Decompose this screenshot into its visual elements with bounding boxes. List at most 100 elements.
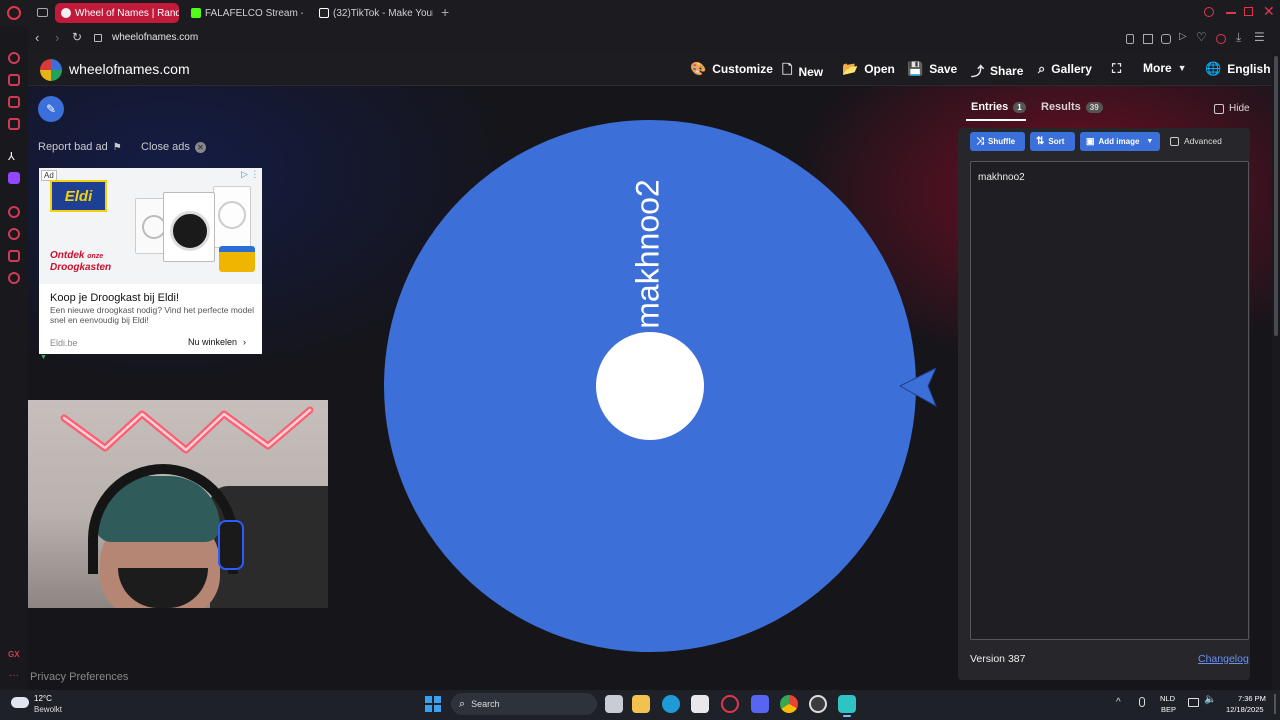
sort-button[interactable]: ⇅ Sort (1030, 132, 1075, 151)
privacy-preferences-link[interactable]: Privacy Preferences (30, 671, 128, 683)
ad-headline[interactable]: Koop je Droogkast bij Eldi! (50, 292, 179, 304)
gallery-button[interactable]: ⌕ Gallery (1038, 61, 1092, 77)
clock-time[interactable]: 7:36 PM (1238, 694, 1266, 703)
store-icon[interactable] (691, 695, 709, 713)
opera-gx-taskbar-icon[interactable] (721, 695, 739, 713)
aria-icon[interactable] (8, 52, 20, 64)
tab-tiktok[interactable]: (32)TikTok - Make Your D (313, 3, 433, 23)
tab-wheel-of-names[interactable]: Wheel of Names | Rando (55, 3, 179, 23)
active-app-indicator (843, 715, 851, 717)
wheel-pointer-icon (898, 368, 937, 408)
settings-icon[interactable] (8, 272, 20, 284)
panel-body: ⤨ Shuffle ⇅ Sort ▣ Add image ▼ Advanced makh… (958, 128, 1250, 680)
taskbar-search[interactable]: ⌕ Search (451, 693, 597, 715)
weather-temp[interactable]: 12°C (34, 694, 52, 703)
lang-top[interactable]: NLD (1160, 694, 1175, 703)
chrome-icon[interactable] (780, 695, 798, 713)
minimize-icon[interactable] (1226, 12, 1236, 14)
share-button[interactable]: ⤴ Share (971, 61, 1023, 80)
file-explorer-icon[interactable] (632, 695, 650, 713)
download-icon[interactable]: ⤓ (1236, 30, 1241, 45)
ad-card[interactable]: Ad ▷ ⋮ Eldi Ontdek onze Droogkasten Koop… (39, 168, 262, 354)
open-button[interactable]: 📂 Open (842, 61, 895, 77)
shuffle-button[interactable]: ⤨ Shuffle (970, 132, 1025, 151)
task-view-icon[interactable] (605, 695, 623, 713)
mail-icon[interactable] (8, 118, 20, 130)
site-logo-text[interactable]: wheelofnames.com (69, 61, 190, 77)
search-tabs-icon[interactable] (1204, 7, 1214, 17)
language-button[interactable]: 🌐 English (1205, 61, 1271, 77)
obs-icon[interactable] (809, 695, 827, 713)
changelog-link[interactable]: Changelog (1198, 653, 1249, 665)
ad-image[interactable]: Ad ▷ ⋮ Eldi Ontdek onze Droogkasten (39, 168, 262, 284)
palette-icon: 🎨 (690, 61, 707, 76)
weather-desc[interactable]: Bewolkt (34, 705, 62, 714)
clock-date[interactable]: 12/18/2025 (1226, 705, 1264, 714)
scrollbar-thumb[interactable] (1274, 56, 1278, 336)
ad-cta-button[interactable]: Nu winkelen › (188, 337, 246, 347)
wheel[interactable]: makhnoo2 (370, 114, 930, 674)
shield-icon[interactable] (1161, 34, 1171, 44)
hide-checkbox[interactable]: Hide (1214, 103, 1250, 114)
tiktok-favicon-icon (319, 8, 329, 18)
tab-overview-icon[interactable] (37, 8, 48, 17)
volume-icon[interactable]: 🔈 (1204, 694, 1216, 705)
discord-icon[interactable] (751, 695, 769, 713)
active-app-icon[interactable] (838, 695, 856, 713)
wheel-center-hub[interactable] (596, 332, 704, 440)
maximize-icon[interactable] (1244, 7, 1253, 16)
history-icon[interactable] (8, 228, 20, 240)
page-scrollbar[interactable] (1272, 52, 1280, 690)
site-logo-icon[interactable] (40, 59, 62, 81)
save-button[interactable]: 💾 Save (907, 61, 957, 77)
lang-bottom[interactable]: BEP (1161, 705, 1176, 714)
profile-icon[interactable] (1216, 34, 1226, 44)
play-icon[interactable]: ▷ (1179, 31, 1187, 42)
back-icon[interactable]: ‹ (35, 30, 39, 45)
edit-wheel-button[interactable]: ✎ (38, 96, 64, 122)
more-button[interactable]: More ▼ (1143, 61, 1187, 75)
gx-icon[interactable]: GX (8, 650, 20, 659)
tab-entries[interactable]: Entries 1 (971, 101, 1026, 113)
messenger-icon[interactable] (8, 96, 20, 108)
microphone-icon[interactable] (1139, 697, 1145, 707)
close-window-icon[interactable]: ✕ (1263, 3, 1275, 20)
fullscreen-button[interactable]: ⛶ (1112, 61, 1121, 77)
weather-icon[interactable] (11, 697, 29, 708)
tab-results[interactable]: Results 39 (1041, 101, 1103, 113)
tray-overflow-icon[interactable]: ^ (1116, 697, 1121, 708)
show-desktop-icon[interactable] (1274, 694, 1276, 714)
pin-icon[interactable] (1126, 34, 1134, 44)
new-button[interactable]: 🗋 New (782, 61, 823, 83)
twitch-icon[interactable] (8, 172, 20, 184)
reload-icon[interactable]: ↻ (72, 30, 82, 44)
more-sidebar-icon[interactable]: ··· (9, 670, 19, 681)
advanced-checkbox[interactable]: Advanced (1170, 136, 1222, 146)
snapshot-icon[interactable] (1143, 34, 1153, 44)
heart-icon[interactable]: ♡ (1196, 30, 1207, 44)
kick-icon[interactable]: ⅄ (8, 150, 15, 163)
adchoices-icon[interactable]: ▷ ⋮ (241, 169, 259, 180)
entries-count-badge: 1 (1013, 101, 1026, 113)
player-icon[interactable] (8, 206, 20, 218)
extensions-icon[interactable] (8, 74, 20, 86)
caret-down-icon: ▼ (1146, 138, 1154, 145)
folder-icon: 📂 (842, 61, 859, 76)
pinboard-icon[interactable] (8, 250, 20, 262)
ad-domain[interactable]: Eldi.be (50, 338, 78, 348)
opera-logo-icon[interactable] (7, 6, 21, 20)
start-icon[interactable] (425, 696, 441, 712)
menu-icon[interactable]: ☰ (1254, 30, 1265, 44)
entries-textarea[interactable]: makhnoo2 (970, 161, 1249, 640)
customize-button[interactable]: 🎨 Customize (690, 61, 773, 77)
report-bad-ad-link[interactable]: Report bad ad ⚑ (38, 141, 122, 153)
flag-icon: ⚑ (112, 141, 122, 153)
new-tab-icon[interactable]: + (441, 4, 449, 20)
url-field[interactable]: wheelofnames.com (112, 32, 198, 43)
display-icon[interactable] (1188, 698, 1199, 707)
tab-falafelco-stream[interactable]: FALAFELCO Stream - Wa (185, 3, 303, 23)
forward-icon[interactable]: › (55, 30, 59, 45)
add-image-button[interactable]: ▣ Add image ▼ (1080, 132, 1160, 151)
close-ads-link[interactable]: Close ads ✕ (141, 141, 206, 153)
edge-icon[interactable] (662, 695, 680, 713)
